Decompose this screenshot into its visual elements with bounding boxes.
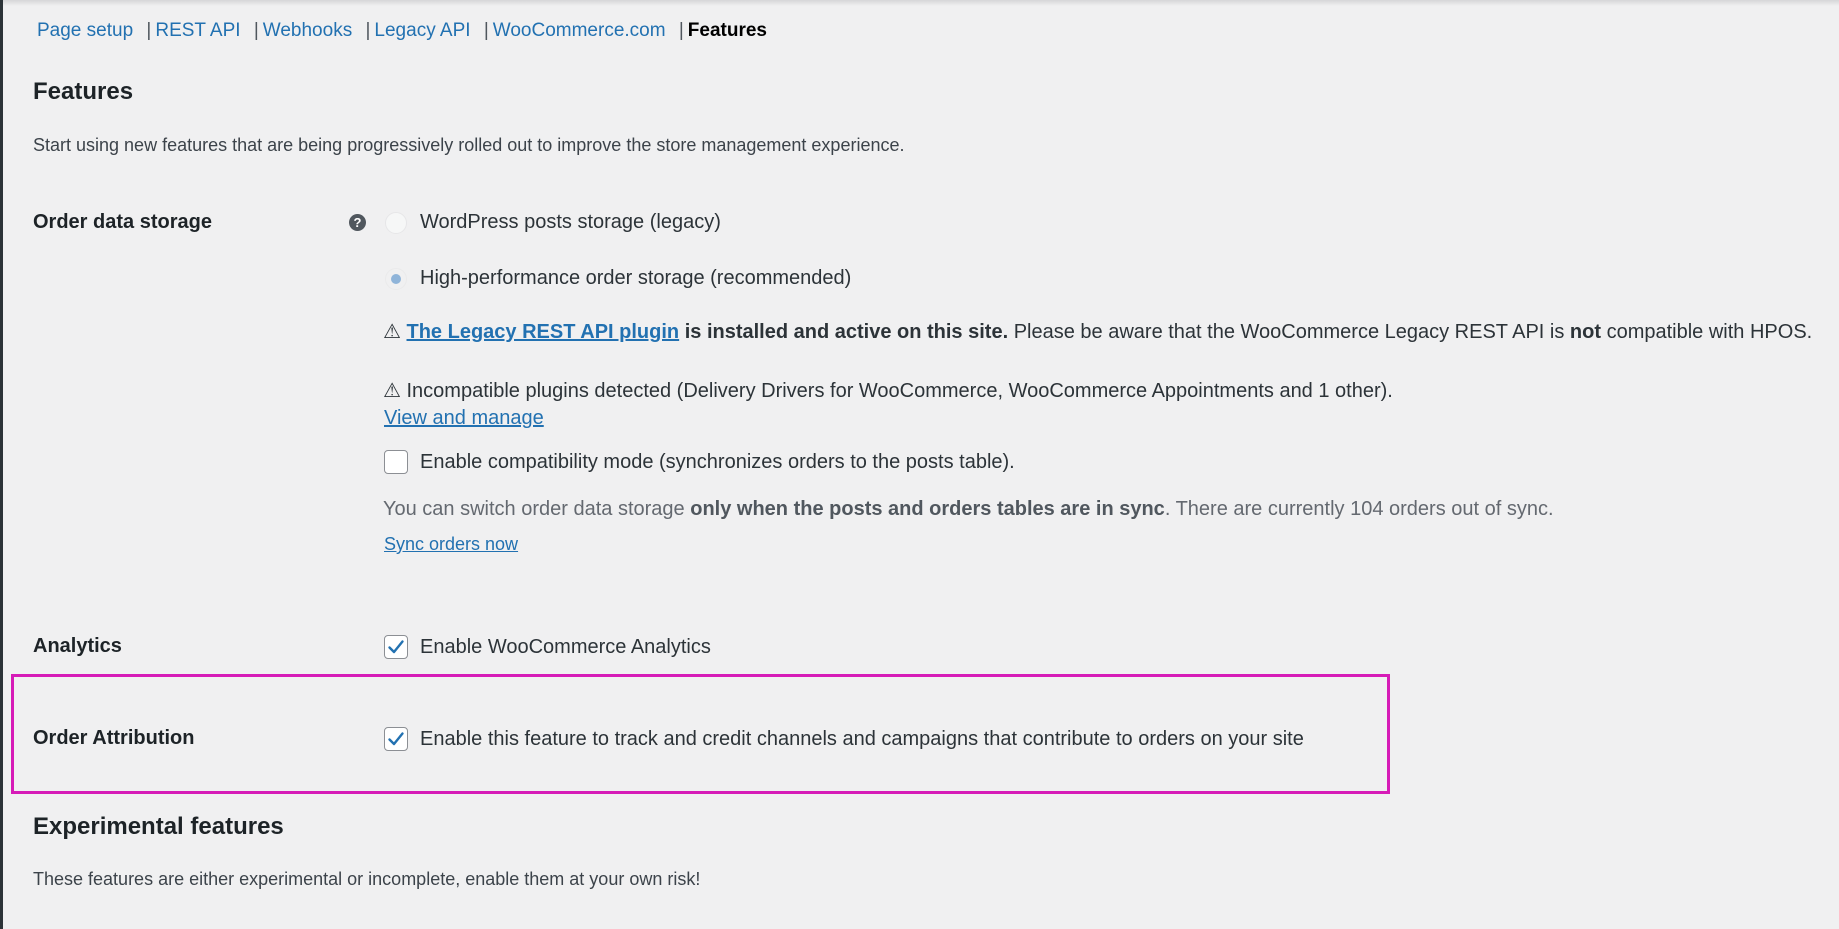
subnav-webhooks[interactable]: Webhooks <box>263 20 352 41</box>
subnav-legacy-api[interactable]: Legacy API <box>374 20 470 41</box>
subnav-separator: | <box>146 20 152 41</box>
subnav-separator: | <box>483 20 489 41</box>
order-attribution-checkbox-label: Enable this feature to track and credit … <box>420 728 1304 750</box>
sync-note-after: . There are currently 104 orders out of … <box>1164 498 1554 520</box>
radio-hpos-storage-label: High-performance order storage (recommen… <box>420 267 852 289</box>
view-and-manage-link[interactable]: View and manage <box>384 407 544 430</box>
radio-posts-storage-label: WordPress posts storage (legacy) <box>420 211 721 233</box>
subnav-separator: | <box>253 20 259 41</box>
sync-note-bold: only when the posts and orders tables ar… <box>690 498 1165 520</box>
subnav-features-current: Features <box>687 20 767 41</box>
features-description: Start using new features that are being … <box>33 135 905 155</box>
analytics-checkbox[interactable] <box>384 635 408 659</box>
radio-hpos-storage[interactable] <box>385 268 407 290</box>
legacy-api-notice: ⚠ The Legacy REST API plugin is installe… <box>383 319 1812 344</box>
incompatible-plugins-text: Incompatible plugins detected (Delivery … <box>406 380 1393 402</box>
legacy-rest-api-plugin-link[interactable]: The Legacy REST API plugin <box>407 321 680 343</box>
warning-icon: ⚠ <box>383 321 401 343</box>
warning-icon: ⚠ <box>383 380 401 402</box>
legacy-notice-text-end: compatible with HPOS. <box>1606 321 1813 343</box>
analytics-label: Analytics <box>33 635 122 657</box>
legacy-notice-text: Please be aware that the WooCommerce Leg… <box>1013 321 1565 343</box>
subnav-woocommerce-com[interactable]: WooCommerce.com <box>493 20 666 41</box>
order-data-storage-label: Order data storage <box>33 211 212 233</box>
help-icon[interactable]: ? <box>349 214 366 231</box>
checkmark-icon <box>388 732 404 746</box>
sync-note-before: You can switch order data storage <box>383 498 685 520</box>
radio-posts-storage[interactable] <box>385 212 407 234</box>
order-attribution-label: Order Attribution <box>33 727 195 749</box>
subnav-separator: | <box>678 20 684 41</box>
compatibility-mode-label: Enable compatibility mode (synchronizes … <box>420 451 1015 473</box>
subnav-separator: | <box>365 20 371 41</box>
sync-status-text: You can switch order data storage only w… <box>383 498 1554 521</box>
sync-orders-now-link[interactable]: Sync orders now <box>384 534 518 555</box>
incompatible-plugins-notice: ⚠ Incompatible plugins detected (Deliver… <box>383 378 1393 403</box>
subnav-page-setup[interactable]: Page setup <box>37 20 133 41</box>
experimental-features-description: These features are either experimental o… <box>33 869 701 889</box>
top-shadow <box>0 0 1839 6</box>
experimental-features-heading: Experimental features <box>33 813 284 840</box>
legacy-notice-not: not <box>1569 321 1602 343</box>
checkmark-icon <box>388 640 404 654</box>
subnav-rest-api[interactable]: REST API <box>155 20 240 41</box>
features-heading: Features <box>33 78 134 105</box>
analytics-checkbox-label: Enable WooCommerce Analytics <box>420 636 711 658</box>
compatibility-mode-checkbox[interactable] <box>384 450 408 474</box>
order-attribution-checkbox[interactable] <box>384 727 408 751</box>
admin-menu-edge <box>0 0 3 929</box>
settings-subnav: Page setup | REST API | Webhooks | Legacy A… <box>37 20 767 42</box>
legacy-notice-bold: is installed and active on this site. <box>684 321 1009 343</box>
